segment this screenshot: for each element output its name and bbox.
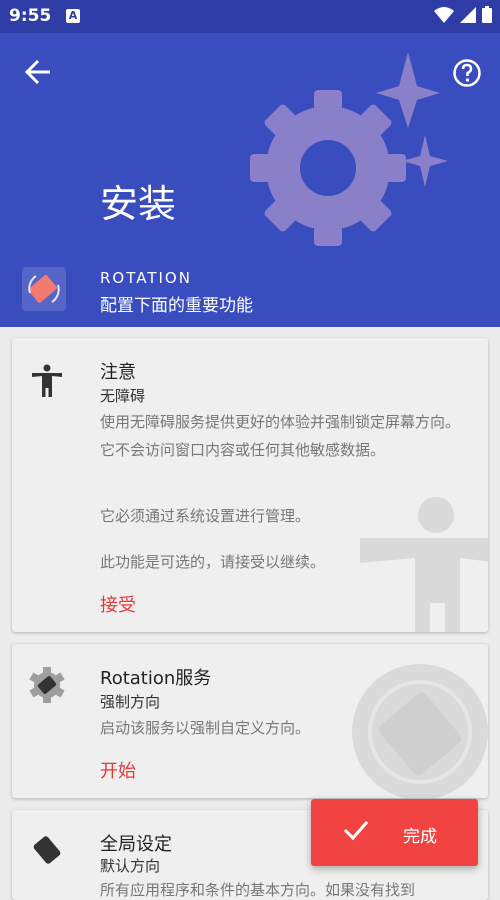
finish-button[interactable]: 完成 (311, 799, 478, 866)
accessibility-icon (32, 364, 62, 397)
card-note: 它必须通过系统设置进行管理。 (100, 507, 311, 525)
card-title: 全局设定 (100, 834, 172, 855)
accessibility-card: 注意 无障碍 使用无障碍服务提供更好的体验并强制锁定屏幕方向。它不会访问窗口内容… (12, 338, 488, 632)
header-subtitle: 配置下面的重要功能 (100, 296, 253, 316)
setup-header: 安装 ROTATION 配置下面的重要功能 (0, 33, 500, 327)
settings-sparkle-icon (250, 52, 448, 246)
rotation-service-card: Rotation服务 强制方向 启动该服务以强制自定义方向。 开始 (12, 644, 488, 798)
check-icon (343, 821, 369, 841)
phone-rotate-icon (33, 836, 61, 864)
card-title: 注意 (100, 362, 136, 383)
card-note: 此功能是可选的，请接受以继续。 (100, 553, 326, 571)
help-icon[interactable] (452, 58, 482, 88)
app-name: ROTATION (100, 269, 192, 287)
wifi-icon (434, 6, 454, 23)
start-button[interactable]: 开始 (100, 757, 136, 783)
app-logo-icon (28, 275, 60, 303)
system-icons (434, 6, 492, 23)
card-subtitle: 默认方向 (100, 857, 161, 875)
battery-icon (482, 6, 492, 23)
accept-button[interactable]: 接受 (100, 591, 136, 617)
notification-icon: A (66, 9, 80, 23)
card-description: 启动该服务以强制自定义方向。 (100, 719, 311, 737)
signal-icon (460, 6, 476, 23)
card-subtitle: 强制方向 (100, 693, 161, 711)
page-title: 安装 (100, 182, 177, 226)
card-description: 所有应用程序和条件的基本方向。如果没有找到 (100, 881, 416, 899)
card-title: Rotation服务 (100, 668, 212, 689)
status-bar: 9:55 A (0, 0, 500, 33)
app-logo (22, 267, 66, 311)
back-arrow-icon[interactable] (24, 59, 52, 85)
card-description: 使用无障碍服务提供更好的体验并强制锁定屏幕方向。它不会访问窗口内容或任何其他敏感… (100, 413, 461, 459)
rotation-service-icon (29, 667, 65, 703)
status-time: 9:55 (9, 6, 52, 26)
card-subtitle: 无障碍 (100, 387, 146, 405)
finish-button-label: 完成 (403, 827, 437, 847)
